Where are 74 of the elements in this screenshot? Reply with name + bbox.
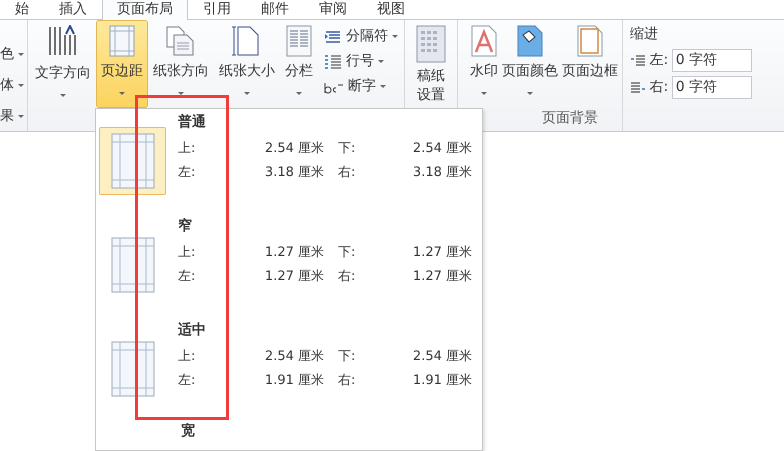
page-color-button[interactable]: 页面颜色 xyxy=(500,20,560,108)
margins-button[interactable]: 页边距 xyxy=(96,20,148,108)
manuscript-settings-button[interactable]: 稿纸 设置 xyxy=(411,20,451,108)
preset-name: 窄 xyxy=(178,217,193,236)
preset-name: 宽 xyxy=(181,422,195,440)
dropdown-caret-icon xyxy=(18,115,24,118)
dropdown-caret-icon xyxy=(527,92,533,95)
margin-value: 1.27 厘米 xyxy=(264,244,324,262)
dropdown-caret-icon xyxy=(380,85,386,88)
margin-label: 右: xyxy=(337,268,356,286)
preset-name: 普通 xyxy=(178,113,207,132)
hyphenation-button[interactable]: 断字 xyxy=(324,74,398,99)
margin-label: 上: xyxy=(178,348,196,366)
group-label: 页面背景 xyxy=(541,109,599,128)
ribbon-tab[interactable]: 始 xyxy=(0,0,44,19)
dropdown-caret-icon xyxy=(244,92,250,95)
line-numbers-icon xyxy=(324,54,342,70)
ribbon-tab[interactable]: 页面布局 xyxy=(102,0,188,20)
ribbon-tab[interactable]: 引用 xyxy=(188,0,246,19)
dropdown-caret-icon xyxy=(119,92,125,95)
margin-value: 3.18 厘米 xyxy=(412,164,472,182)
text-direction-button[interactable]: 文字方向 xyxy=(30,20,96,108)
margin-value: 1.91 厘米 xyxy=(412,372,472,390)
margin-label: 右: xyxy=(337,164,356,182)
margin-value: 2.54 厘米 xyxy=(264,348,324,366)
theme-option[interactable]: 体 xyxy=(0,73,27,98)
theme-option[interactable]: 果 xyxy=(0,104,27,129)
margin-value: 2.54 厘米 xyxy=(412,140,472,158)
dropdown-caret-icon xyxy=(392,35,398,38)
page-border-button[interactable]: 页面边框 xyxy=(560,20,620,108)
margin-value: 1.91 厘米 xyxy=(264,372,324,390)
margin-label: 右: xyxy=(337,372,356,390)
margin-label: 下: xyxy=(337,244,356,262)
size-button[interactable]: 纸张大小 xyxy=(214,20,280,108)
dropdown-caret-icon xyxy=(296,92,302,95)
indent-input-field[interactable]: 0 字符 xyxy=(672,76,752,99)
margin-label: 下: xyxy=(337,348,356,366)
field-label: 左: xyxy=(650,51,668,70)
breaks-button[interactable]: 分隔符 xyxy=(324,24,398,49)
margin-label: 上: xyxy=(178,140,196,158)
margin-value: 2.54 厘米 xyxy=(412,348,472,366)
orientation-button[interactable]: 纸张方向 xyxy=(148,20,214,108)
margin-value: 2.54 厘米 xyxy=(264,140,324,158)
dropdown-caret-icon xyxy=(378,60,384,63)
preset-name: 适中 xyxy=(178,321,207,340)
field-label: 右: xyxy=(650,78,668,97)
ribbon-tab[interactable]: 视图 xyxy=(362,0,420,19)
dropdown-caret-icon xyxy=(178,92,184,95)
margin-label: 左: xyxy=(178,268,196,286)
margin-label: 上: xyxy=(178,244,196,262)
margin-value: 1.27 厘米 xyxy=(412,268,472,286)
margin-value: 3.18 厘米 xyxy=(264,164,324,182)
dropdown-caret-icon xyxy=(18,84,24,87)
margin-preset-icon[interactable] xyxy=(99,127,166,195)
indent-heading: 缩进 xyxy=(630,25,659,44)
dropdown-caret-icon xyxy=(481,92,487,95)
ribbon-tab[interactable]: 插入 xyxy=(44,0,102,19)
ribbon-tab[interactable]: 审阅 xyxy=(304,0,362,19)
indent-right-icon xyxy=(630,82,646,94)
margin-label: 下: xyxy=(337,140,356,158)
theme-option[interactable]: 色 xyxy=(0,42,27,67)
margin-label: 左: xyxy=(178,372,196,390)
margin-value: 1.27 厘米 xyxy=(412,244,472,262)
margin-label: 左: xyxy=(178,164,196,182)
watermark-button[interactable]: 水印 xyxy=(468,20,500,108)
line-numbers-button[interactable]: 行号 xyxy=(324,49,398,74)
indent-left-icon xyxy=(630,54,646,66)
columns-button[interactable]: 分栏 xyxy=(280,20,318,108)
dropdown-caret-icon xyxy=(18,53,24,56)
indent-input-field[interactable]: 0 字符 xyxy=(672,49,752,72)
margin-value: 1.27 厘米 xyxy=(264,268,324,286)
ribbon-tab[interactable]: 邮件 xyxy=(246,0,304,19)
page-break-icon xyxy=(324,30,342,44)
dropdown-caret-icon xyxy=(60,94,66,97)
